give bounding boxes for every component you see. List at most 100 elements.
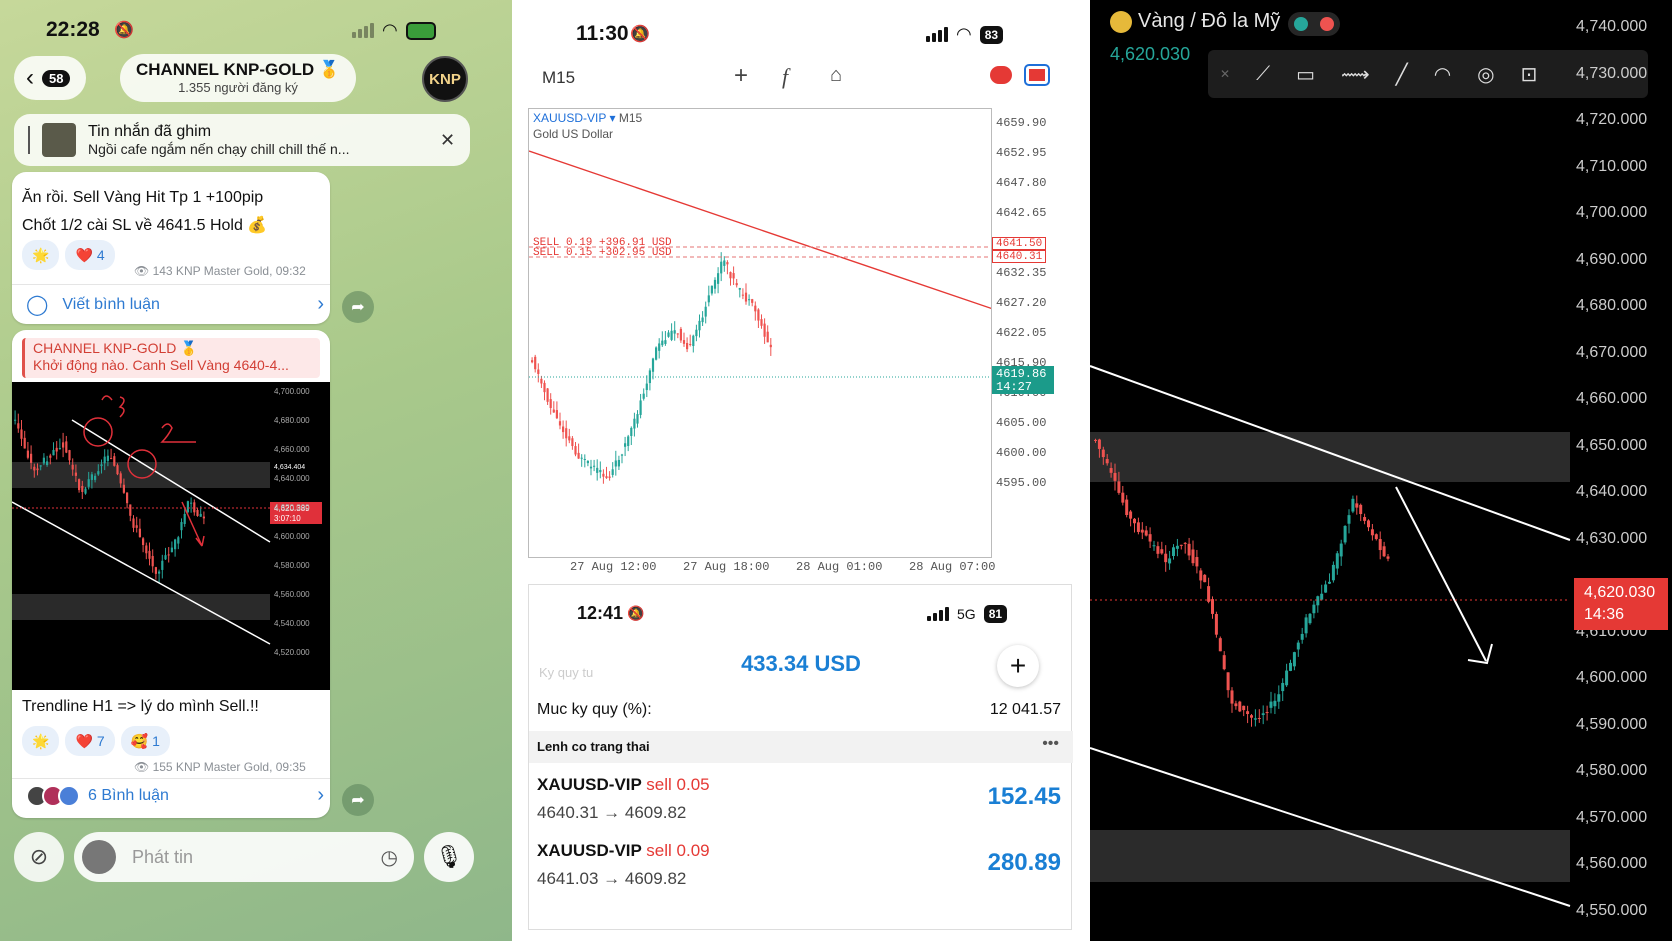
current-price-tag: 4619.86 14:27	[992, 366, 1054, 394]
reaction-star[interactable]: 🌟	[22, 726, 60, 756]
candle-body	[126, 492, 129, 504]
candle-body	[645, 383, 648, 391]
candle-body	[1382, 546, 1386, 557]
candle-body	[1300, 633, 1304, 640]
candle-body	[52, 449, 55, 456]
candle-body	[74, 472, 77, 476]
measure-tool-icon[interactable]: ⊡	[1521, 62, 1538, 87]
symbol-title: Vàng / Đô la Mỹ	[1138, 10, 1281, 32]
candle-body	[1355, 503, 1359, 508]
order-row[interactable]: XAUUSD-VIP sell 0.09 4641.03 → 4609.82 2…	[529, 835, 1073, 899]
candle-body	[704, 306, 707, 317]
more-options-icon[interactable]: •••	[1042, 735, 1059, 753]
time-tick-label: 27 Aug 12:00	[570, 560, 657, 574]
price-tick-label: 4,680.000	[1576, 297, 1648, 314]
channel-header[interactable]: CHANNEL KNP-GOLD 🥇 1.355 người đăng ký	[120, 54, 356, 102]
order-row[interactable]: XAUUSD-VIP sell 0.05 4640.31 → 4609.82 1…	[529, 769, 1073, 833]
forward-button-2[interactable]: ➦	[342, 784, 374, 816]
circle-tool-icon[interactable]: ◎	[1477, 62, 1494, 87]
candle-body	[202, 516, 205, 519]
attach-button[interactable]: ⊘	[14, 832, 64, 882]
candle-body	[1246, 711, 1250, 715]
order-pnl: 152.45	[987, 783, 1061, 810]
candle-body	[1331, 564, 1335, 581]
ray-tool-icon[interactable]: ⟿	[1341, 62, 1370, 87]
order-prices: 4640.31 → 4609.82	[537, 803, 687, 822]
candle-body	[1250, 715, 1253, 718]
price-tick-label: 4,600.000	[1576, 669, 1648, 686]
indicators-icon[interactable]: f	[782, 64, 788, 90]
candle-body	[119, 473, 122, 484]
message-input[interactable]: Phát tin ◷	[74, 832, 414, 882]
add-order-button[interactable]: +	[997, 645, 1039, 687]
candle-body	[30, 453, 33, 463]
objects-icon[interactable]: ⌂	[830, 64, 842, 87]
pinned-thumbnail	[42, 123, 76, 157]
symbol-header[interactable]: Vàng / Đô la Mỹ	[1110, 10, 1280, 33]
candle-body	[543, 382, 546, 393]
candle-body	[196, 510, 199, 516]
toolbar-collapse-icon[interactable]: ✕	[1220, 67, 1230, 81]
write-comment-button[interactable]: ◯ Viết bình luận ›	[26, 292, 324, 317]
multi-line-tool-icon[interactable]: ⟋	[1256, 63, 1270, 86]
comments-button[interactable]: 6 Bình luận ›	[26, 784, 324, 807]
status-time: 22:28	[46, 18, 100, 41]
candle-body	[97, 471, 100, 475]
candle-body	[1370, 529, 1374, 536]
mini-tick-label: 4,540.000	[274, 619, 310, 628]
candle-body	[1328, 581, 1331, 584]
schedule-clock-icon[interactable]: ◷	[381, 845, 398, 870]
candle-body	[608, 476, 611, 478]
rectangle-tool-icon[interactable]: ▭	[1296, 62, 1315, 87]
candle-body	[199, 513, 202, 517]
candle-body	[611, 469, 614, 475]
crosshair-icon[interactable]: +	[734, 62, 748, 90]
candle-body	[135, 525, 138, 528]
microphone-button[interactable]: 🎙	[424, 832, 474, 882]
time-tick-label: 27 Aug 18:00	[683, 560, 770, 574]
price-tick-label: 4,740.000	[1576, 18, 1648, 35]
reaction-love[interactable]: 🥰 1	[120, 726, 170, 756]
candle-body	[766, 331, 769, 343]
candle-body	[1148, 534, 1152, 542]
support-zone	[12, 594, 270, 620]
candle-body	[720, 261, 723, 274]
reaction-heart[interactable]: ❤️ 4	[65, 240, 115, 270]
candle-body	[1285, 670, 1289, 686]
candle-body	[55, 447, 58, 452]
candle-body	[164, 555, 167, 560]
candle-body	[1183, 542, 1187, 544]
candle-body	[1207, 586, 1211, 602]
candle-body	[1320, 593, 1324, 600]
pinned-message-bar[interactable]: Tin nhắn đã ghim Ngồi cafe ngắm nến chạy…	[14, 114, 470, 166]
trade-icon[interactable]	[990, 66, 1012, 84]
candle-body	[636, 414, 639, 424]
candle-body	[110, 458, 113, 460]
candle-body	[158, 571, 161, 574]
candle-body	[1101, 449, 1105, 458]
candle-body	[1339, 543, 1343, 557]
one-click-icon[interactable]	[1024, 64, 1050, 86]
mini-tag: 4,634.404	[274, 464, 305, 471]
back-button[interactable]: ‹ 58	[14, 56, 86, 100]
signal-icon	[927, 607, 949, 621]
timeframe-button[interactable]: M15	[542, 68, 575, 88]
symbol-label[interactable]: XAUUSD-VIP ▾ M15	[533, 111, 642, 125]
trade-toggle[interactable]	[1288, 12, 1340, 36]
sub-status-icons: 5G 81	[927, 605, 1008, 623]
chart-screenshot-image[interactable]: 4,620.389 3:07:10 4,634.404 4,700.000 4,6…	[12, 382, 330, 690]
candle-body	[161, 560, 164, 570]
reaction-heart[interactable]: ❤️ 7	[65, 726, 115, 756]
channel-avatar[interactable]: KNP	[422, 56, 468, 102]
trendline-tool-icon[interactable]: ╱	[1396, 62, 1408, 87]
candle-body	[577, 452, 580, 459]
mini-candles	[14, 410, 205, 584]
lower-trendline	[12, 501, 271, 645]
arc-tool-icon[interactable]: ◠	[1434, 62, 1451, 87]
unpin-icon[interactable]: ✕	[440, 130, 455, 151]
price-chart[interactable]: XAUUSD-VIP ▾ M15 Gold US Dollar SELL 0.1…	[528, 108, 992, 558]
reaction-star[interactable]: 🌟	[22, 240, 60, 270]
forward-button-1[interactable]: ➦	[342, 291, 374, 323]
reply-quote[interactable]: CHANNEL KNP-GOLD 🥇 Khởi động nào. Canh S…	[22, 338, 320, 378]
candle-body	[531, 360, 534, 363]
